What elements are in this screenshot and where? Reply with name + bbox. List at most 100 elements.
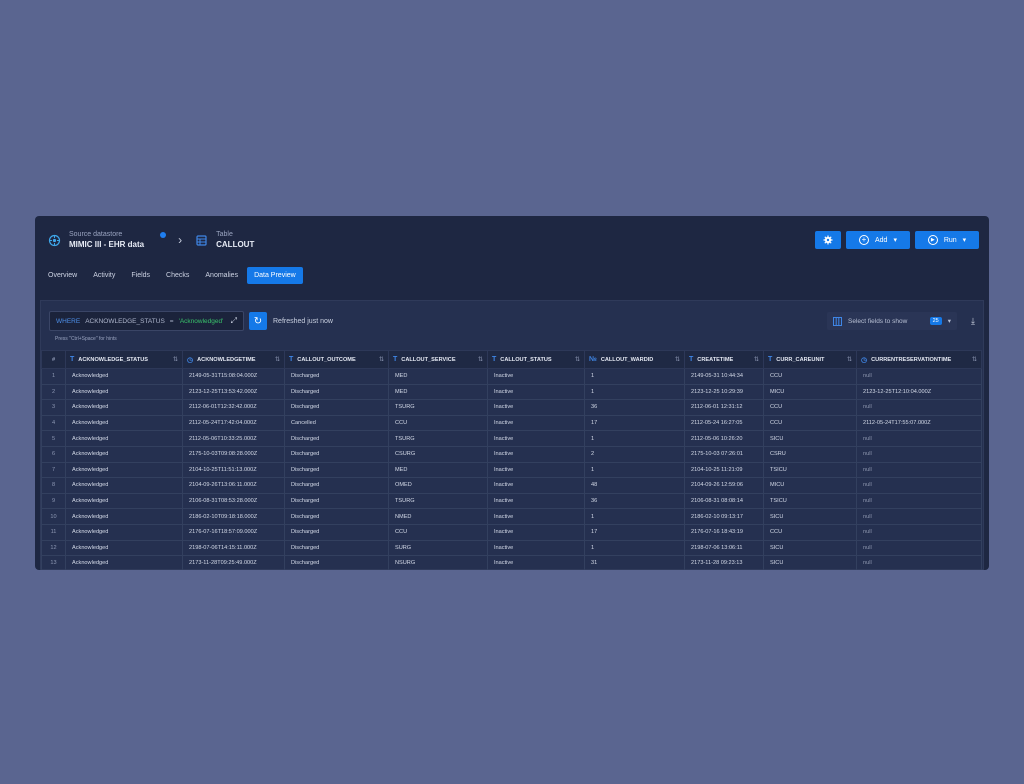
- tab-activity[interactable]: Activity: [86, 267, 122, 284]
- row-index: 7: [41, 461, 66, 479]
- download-icon[interactable]: ⤓: [971, 316, 975, 327]
- clock-icon: ◷: [187, 356, 194, 364]
- row-index: 3: [41, 399, 66, 416]
- table-cell: CCU: [388, 414, 488, 432]
- sort-icon[interactable]: ⇅: [754, 356, 759, 363]
- table-cell: null: [856, 399, 982, 416]
- column-header[interactable]: № CALLOUT_WARDID ⇅: [584, 350, 685, 369]
- tab-data-preview[interactable]: Data Preview: [247, 266, 303, 284]
- row-index: 13: [41, 555, 66, 570]
- column-header[interactable]: ◷ CURRENTRESERVATIONTIME ⇅: [856, 350, 982, 369]
- filter-value: 'Acknowledged': [178, 317, 224, 325]
- table-row[interactable]: 4 Acknowledged 2112-05-24T17:42:04.000Z Can…: [41, 414, 982, 432]
- table-cell: TSURG: [388, 430, 488, 447]
- table-cell: Inactive: [487, 461, 585, 479]
- add-button[interactable]: + Add ▾: [846, 231, 910, 249]
- column-name: CREATETIME: [697, 356, 734, 363]
- table-cell: 2198-07-06 13:06:11: [684, 539, 764, 557]
- table-cell: 2173-11-28T09:25:49.000Z: [182, 555, 285, 570]
- table-cell: 36: [584, 492, 685, 510]
- table-cell: TSURG: [388, 492, 488, 510]
- table-cell: 2186-02-10T09:18:18.000Z: [182, 508, 285, 525]
- table-cell: 2104-09-26T13:06:11.000Z: [182, 477, 285, 494]
- text-type-icon: T: [768, 356, 773, 363]
- row-index: 9: [41, 492, 66, 510]
- table-cell: Discharged: [284, 368, 389, 385]
- column-header[interactable]: T ACKNOWLEDGE_STATUS ⇅: [65, 350, 183, 369]
- table-cell: 2112-05-06T10:33:25.000Z: [182, 430, 285, 447]
- filter-input[interactable]: WHERE ACKNOWLEDGE_STATUS = 'Acknowledged…: [49, 311, 244, 331]
- table-cell: 17: [584, 523, 685, 541]
- sort-icon[interactable]: ⇅: [575, 356, 580, 363]
- tab-overview[interactable]: Overview: [41, 267, 84, 284]
- table-cell: 2104-09-26 12:59:06: [684, 477, 764, 494]
- breadcrumb-source[interactable]: Source datastore MIMIC III - EHR data: [47, 231, 167, 249]
- sort-icon[interactable]: ⇅: [173, 356, 178, 363]
- table-cell: 2175-10-03 07:26:01: [684, 445, 764, 463]
- play-icon: ▶: [927, 235, 938, 245]
- table-cell: SICU: [763, 508, 857, 525]
- table-cell: CSRU: [763, 445, 857, 463]
- table-cell: 1: [584, 430, 685, 447]
- row-index: 10: [41, 508, 66, 525]
- breadcrumb-table[interactable]: Table CALLOUT: [194, 231, 254, 249]
- sort-icon[interactable]: ⇅: [379, 356, 384, 363]
- table-cell: MED: [388, 461, 488, 479]
- table-row[interactable]: 2 Acknowledged 2123-12-25T13:53:42.000Z Dis…: [41, 383, 982, 401]
- column-header[interactable]: ◷ ACKNOWLEDGETIME ⇅: [182, 350, 285, 369]
- row-index: 11: [41, 523, 66, 541]
- sort-icon[interactable]: ⇅: [847, 356, 852, 363]
- table-cell: MED: [388, 383, 488, 401]
- sort-icon[interactable]: ⇅: [972, 356, 977, 363]
- table-cell: Acknowledged: [65, 555, 183, 570]
- columns-icon: [833, 316, 843, 326]
- table-cell: 2106-08-31T08:53:28.000Z: [182, 492, 285, 510]
- run-label: Run: [943, 236, 957, 244]
- tab-fields[interactable]: Fields: [124, 267, 157, 284]
- status-dot-icon: [160, 232, 167, 238]
- row-index: 2: [41, 383, 66, 401]
- column-header[interactable]: T CALLOUT_SERVICE ⇅: [388, 350, 488, 369]
- table-row[interactable]: 10 Acknowledged 2186-02-10T09:18:18.000Z Di…: [41, 508, 982, 525]
- table-row[interactable]: 8 Acknowledged 2104-09-26T13:06:11.000Z Dis…: [41, 477, 982, 494]
- table-cell: MED: [388, 368, 488, 385]
- sort-icon[interactable]: ⇅: [275, 356, 280, 363]
- column-header[interactable]: #: [41, 350, 66, 369]
- field-selector[interactable]: Select fields to show 25 ▾: [827, 312, 958, 330]
- sort-icon[interactable]: ⇅: [675, 356, 680, 363]
- table-row[interactable]: 9 Acknowledged 2106-08-31T08:53:28.000Z Dis…: [41, 492, 982, 510]
- column-name: ACKNOWLEDGE_STATUS: [78, 356, 148, 363]
- table-cell: null: [856, 477, 982, 494]
- chevron-down-icon: ▾: [893, 237, 897, 244]
- text-type-icon: T: [689, 356, 694, 363]
- table-row[interactable]: 1 Acknowledged 2149-05-31T15:08:04.000Z Dis…: [41, 368, 982, 385]
- tab-anomalies[interactable]: Anomalies: [198, 267, 245, 284]
- table-row[interactable]: 5 Acknowledged 2112-05-06T10:33:25.000Z Dis…: [41, 430, 982, 447]
- add-label: Add: [875, 236, 888, 244]
- column-header[interactable]: T CALLOUT_STATUS ⇅: [487, 350, 585, 369]
- table-row[interactable]: 3 Acknowledged 2112-06-01T12:32:42.000Z Dis…: [41, 399, 982, 416]
- text-type-icon: T: [70, 356, 75, 363]
- table-row[interactable]: 12 Acknowledged 2198-07-06T14:15:11.000Z Di…: [41, 539, 982, 557]
- table-row[interactable]: 13 Acknowledged 2173-11-28T09:25:49.000Z Di…: [41, 555, 982, 570]
- table-cell: Inactive: [487, 445, 585, 463]
- tab-checks[interactable]: Checks: [159, 267, 196, 284]
- table-cell: 1: [584, 461, 685, 479]
- sort-icon[interactable]: ⇅: [478, 356, 483, 363]
- column-header[interactable]: T CALLOUT_OUTCOME ⇅: [284, 350, 389, 369]
- row-index: 5: [41, 430, 66, 447]
- run-button[interactable]: ▶ Run ▾: [915, 231, 979, 249]
- table-cell: 48: [584, 477, 685, 494]
- column-name: #: [51, 356, 56, 363]
- table-cell: Acknowledged: [65, 368, 183, 385]
- settings-button[interactable]: [815, 231, 841, 249]
- table-row[interactable]: 6 Acknowledged 2175-10-03T09:08:28.000Z Dis…: [41, 445, 982, 463]
- table-cell: Discharged: [284, 445, 389, 463]
- refresh-button[interactable]: ↻: [249, 312, 267, 330]
- table-cell: NSURG: [388, 555, 488, 570]
- table-row[interactable]: 11 Acknowledged 2176-07-16T18:57:09.000Z Di…: [41, 523, 982, 541]
- column-header[interactable]: T CREATETIME ⇅: [684, 350, 764, 369]
- expand-icon[interactable]: ⤢: [231, 316, 237, 326]
- column-header[interactable]: T CURR_CAREUNIT ⇅: [763, 350, 857, 369]
- table-row[interactable]: 7 Acknowledged 2104-10-25T11:51:13.000Z Dis…: [41, 461, 982, 479]
